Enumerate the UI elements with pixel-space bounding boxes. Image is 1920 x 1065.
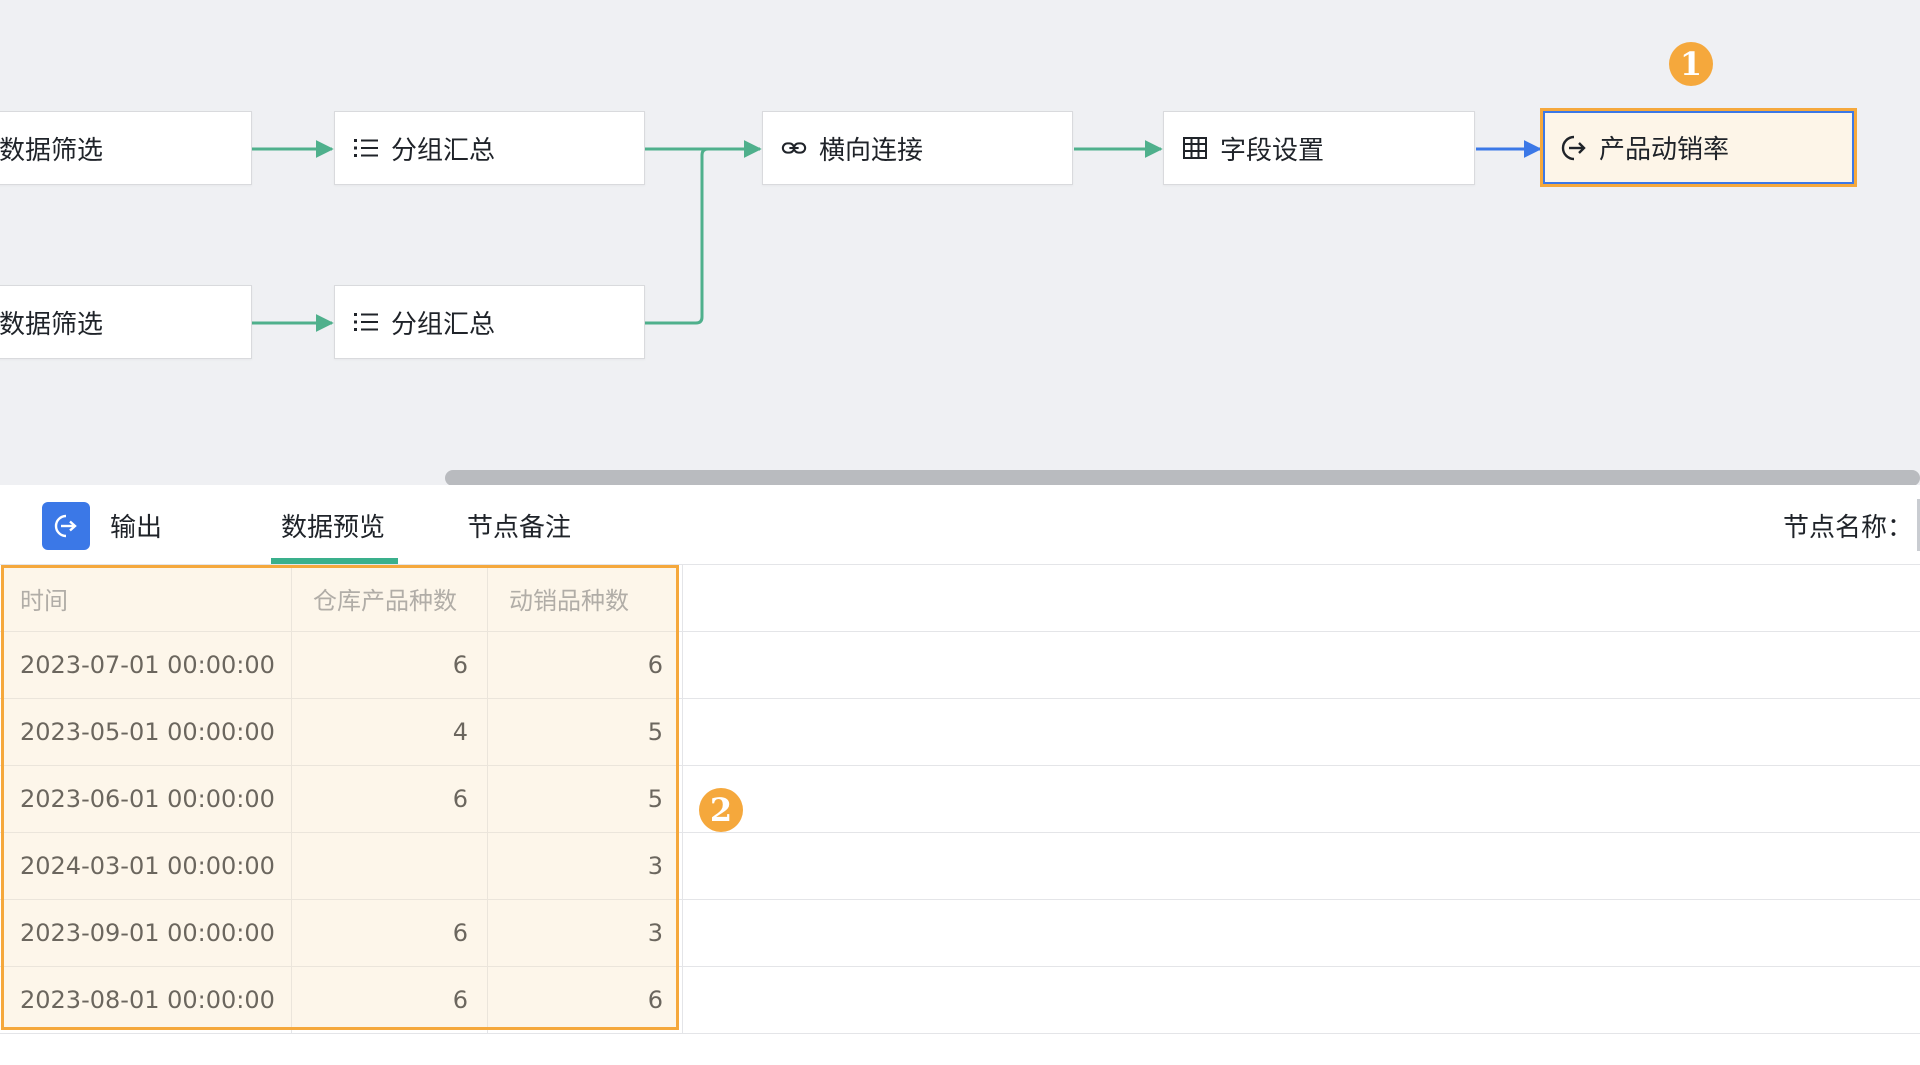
step-badge-1: 1 xyxy=(1669,42,1713,86)
cell-time: 2023-08-01 00:00:00 xyxy=(20,986,275,1014)
cell-moving-count: 5 xyxy=(647,718,663,746)
node-group-summary-1[interactable]: 分组汇总 xyxy=(334,111,645,185)
node-name-label: 节点名称： xyxy=(1783,513,1914,543)
column-divider xyxy=(291,565,292,1034)
table-row: 2023-07-01 00:00:00 6 6 xyxy=(0,632,1920,699)
horizontal-scrollbar[interactable] xyxy=(445,470,1920,485)
column-header-moving-count[interactable]: 动销品种数 xyxy=(509,565,669,631)
cell-warehouse-count: 4 xyxy=(452,718,468,746)
column-divider xyxy=(487,565,488,1034)
cell-warehouse-count: 6 xyxy=(452,919,468,947)
cell-moving-count: 5 xyxy=(647,785,663,813)
cell-warehouse-count: 6 xyxy=(452,785,468,813)
node-field-settings[interactable]: 字段设置 xyxy=(1163,111,1475,185)
node-label: 字段设置 xyxy=(1220,135,1325,166)
node-label: 分组汇总 xyxy=(391,309,496,340)
list-icon xyxy=(353,135,379,161)
cell-warehouse-count xyxy=(293,833,468,899)
flow-canvas[interactable]: 数据筛选 分组汇总 横向连接 字段设置 产品动销率 数据筛选 分组汇总 1 xyxy=(0,0,1920,485)
list-icon xyxy=(353,309,379,335)
tab-data-preview[interactable]: 数据预览 xyxy=(281,507,385,544)
cell-time: 2023-06-01 00:00:00 xyxy=(20,785,275,813)
panel-tabbar: 输出 数据预览 节点备注 节点名称： xyxy=(0,485,1920,565)
cell-moving-count: 6 xyxy=(647,651,663,679)
table-header-row: 时间 仓库产品种数 动销品种数 xyxy=(0,565,1920,632)
tab-node-notes[interactable]: 节点备注 xyxy=(467,507,571,544)
table-row: 2023-06-01 00:00:00 6 5 xyxy=(0,766,1920,833)
output-node-icon xyxy=(42,502,90,550)
node-label: 数据筛选 xyxy=(0,135,104,166)
panel-node-type: 输出 xyxy=(110,513,163,543)
node-horizontal-join[interactable]: 横向连接 xyxy=(762,111,1073,185)
output-icon xyxy=(1561,135,1587,161)
cell-time: 2023-07-01 00:00:00 xyxy=(20,651,275,679)
column-header-time[interactable]: 时间 xyxy=(20,565,290,631)
cell-moving-count: 3 xyxy=(647,919,663,947)
node-label: 产品动销率 xyxy=(1599,135,1730,165)
column-divider xyxy=(682,565,683,1034)
node-filter-1[interactable]: 数据筛选 xyxy=(0,111,252,185)
node-group-summary-2[interactable]: 分组汇总 xyxy=(334,285,645,359)
table-row: 2023-05-01 00:00:00 4 5 xyxy=(0,699,1920,766)
node-label: 分组汇总 xyxy=(391,135,496,166)
cell-time: 2024-03-01 00:00:00 xyxy=(20,852,275,880)
column-header-warehouse-count[interactable]: 仓库产品种数 xyxy=(313,565,493,631)
node-label: 数据筛选 xyxy=(0,309,104,340)
cell-time: 2023-05-01 00:00:00 xyxy=(20,718,275,746)
cell-time: 2023-09-01 00:00:00 xyxy=(20,919,275,947)
cell-warehouse-count: 6 xyxy=(452,986,468,1014)
cell-moving-count: 6 xyxy=(647,986,663,1014)
node-output-product-sales-rate[interactable]: 产品动销率 xyxy=(1540,108,1857,187)
table-row: 2023-08-01 00:00:00 6 6 xyxy=(0,967,1920,1034)
cell-warehouse-count: 6 xyxy=(452,651,468,679)
node-label: 横向连接 xyxy=(819,135,924,166)
table-icon xyxy=(1182,135,1208,161)
link-icon xyxy=(781,135,807,161)
node-filter-2[interactable]: 数据筛选 xyxy=(0,285,252,359)
flow-edges xyxy=(252,140,1542,332)
edge-group2-join xyxy=(644,147,709,325)
bottom-panel: 输出 数据预览 节点备注 节点名称： 时间 仓库产品种数 动销品种数 2023-… xyxy=(0,485,1920,1065)
active-tab-indicator xyxy=(271,558,398,564)
table-row: 2024-03-01 00:00:00 3 xyxy=(0,833,1920,900)
cell-moving-count: 3 xyxy=(647,852,663,880)
step-badge-2: 2 xyxy=(699,788,743,832)
table-row: 2023-09-01 00:00:00 6 3 xyxy=(0,900,1920,967)
